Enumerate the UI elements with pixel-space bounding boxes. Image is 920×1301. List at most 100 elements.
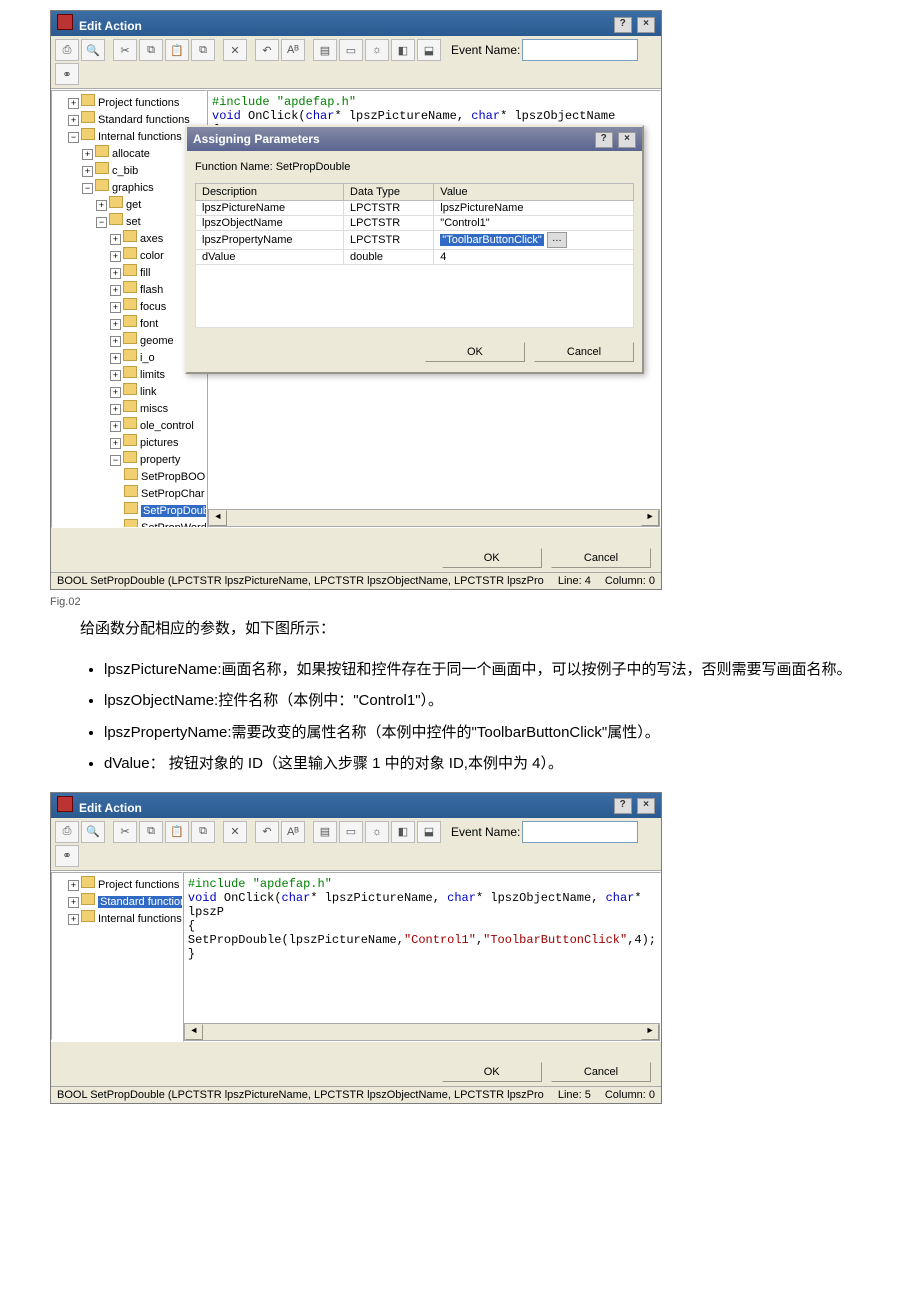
dialog-cancel-button[interactable]: Cancel — [534, 342, 634, 362]
tb-icon-4[interactable]: ◧ — [391, 821, 415, 843]
titlebar-1: Edit Action ? × — [51, 11, 661, 36]
document-text: 给函数分配相应的参数，如下图所示： lpszPictureName:画面名称，如… — [80, 616, 860, 777]
table-row[interactable]: lpszObjectName LPCTSTR "Control1" — [196, 216, 634, 231]
tree-node[interactable]: limits — [140, 369, 165, 381]
help-icon[interactable]: ? — [614, 17, 632, 33]
tree-node[interactable]: Internal functions — [98, 913, 182, 925]
col-datatype[interactable]: Data Type — [344, 184, 434, 201]
tree-node[interactable]: ole_control — [140, 420, 194, 432]
tree-node[interactable]: property — [140, 454, 180, 466]
tree-node[interactable]: graphics — [112, 182, 154, 194]
col-description[interactable]: Description — [196, 184, 344, 201]
delete-icon[interactable]: ✕ — [223, 821, 247, 843]
tree-leaf-selected[interactable]: SetPropDouble — [141, 505, 207, 517]
doc-bullet: dValue： 按钮对象的 ID（这里输入步骤 1 中的对象 ID,本例中为 4… — [104, 751, 860, 777]
tree-icon[interactable]: ⧉ — [191, 821, 215, 843]
tree-node-internal[interactable]: Internal functions — [98, 131, 182, 143]
ok-button[interactable]: OK — [442, 1062, 542, 1082]
table-row[interactable]: lpszPictureName LPCTSTR lpszPictureName — [196, 201, 634, 216]
tree-node-project[interactable]: Project functions — [98, 97, 179, 109]
tree-node-selected[interactable]: Standard functions — [98, 896, 183, 908]
scroll-right-icon[interactable]: ► — [641, 510, 659, 526]
doc-bullet: lpszObjectName:控件名称（本例中："Control1"）。 — [104, 688, 860, 714]
tree-node[interactable]: miscs — [140, 403, 168, 415]
print-icon[interactable]: ⎙ — [55, 39, 79, 61]
undo-icon[interactable]: ↶ — [255, 39, 279, 61]
browse-button[interactable]: … — [547, 232, 567, 248]
event-name-input[interactable] — [522, 821, 638, 843]
table-row[interactable]: dValue double 4 — [196, 250, 634, 265]
close-icon[interactable]: × — [618, 132, 636, 148]
tree-node-standard[interactable]: Standard functions — [98, 114, 190, 126]
tree-node[interactable]: get — [126, 199, 141, 211]
tb-icon-2[interactable]: ▭ — [339, 39, 363, 61]
font-icon[interactable]: Aᴮ — [281, 821, 305, 843]
cut-icon[interactable]: ✂ — [113, 39, 137, 61]
delete-icon[interactable]: ✕ — [223, 39, 247, 61]
tree-node[interactable]: focus — [140, 301, 166, 313]
tree-node[interactable]: set — [126, 216, 141, 228]
scroll-right-icon[interactable]: ► — [641, 1024, 659, 1040]
tree-leaf[interactable]: SetPropBOOL — [141, 471, 207, 483]
tree-node[interactable]: flash — [140, 284, 163, 296]
preview-icon[interactable]: 🔍 — [81, 39, 105, 61]
value-selected[interactable]: "ToolbarButtonClick" — [440, 234, 544, 246]
tree-node[interactable]: allocate — [112, 148, 150, 160]
parameters-table: Description Data Type Value lpszPictureN… — [195, 183, 634, 328]
tree-node[interactable]: color — [140, 250, 164, 262]
status-column: Column: 0 — [605, 1089, 655, 1101]
tb-icon-2[interactable]: ▭ — [339, 821, 363, 843]
function-tree[interactable]: +Project functions +Standard functions −… — [51, 90, 207, 528]
close-icon[interactable]: × — [637, 17, 655, 33]
copy-icon[interactable]: ⧉ — [139, 821, 163, 843]
doc-intro: 给函数分配相应的参数，如下图所示： — [80, 616, 860, 642]
tb-icon-5[interactable]: ⬓ — [417, 821, 441, 843]
paste-icon[interactable]: 📋 — [165, 821, 189, 843]
close-icon[interactable]: × — [637, 798, 655, 814]
tree-node[interactable]: font — [140, 318, 158, 330]
tb-icon-4[interactable]: ◧ — [391, 39, 415, 61]
help-icon[interactable]: ? — [595, 132, 613, 148]
tb-icon-5[interactable]: ⬓ — [417, 39, 441, 61]
print-icon[interactable]: ⎙ — [55, 821, 79, 843]
cancel-button[interactable]: Cancel — [551, 548, 651, 568]
tree-node[interactable]: geome — [140, 335, 174, 347]
cut-icon[interactable]: ✂ — [113, 821, 137, 843]
table-row[interactable]: lpszPropertyName LPCTSTR "ToolbarButtonC… — [196, 231, 634, 250]
ok-button[interactable]: OK — [442, 548, 542, 568]
tree-node[interactable]: i_o — [140, 352, 155, 364]
status-line: Line: 4 — [558, 575, 591, 587]
undo-icon[interactable]: ↶ — [255, 821, 279, 843]
status-text: BOOL SetPropDouble (LPCTSTR lpszPictureN… — [57, 1089, 544, 1101]
tree-node[interactable]: fill — [140, 267, 150, 279]
tree-node[interactable]: pictures — [140, 437, 179, 449]
tree-node[interactable]: Project functions — [98, 879, 179, 891]
tree-leaf[interactable]: SetPropWord — [141, 522, 207, 528]
paste-icon[interactable]: 📋 — [165, 39, 189, 61]
statusbar-2: BOOL SetPropDouble (LPCTSTR lpszPictureN… — [51, 1086, 661, 1103]
link-icon[interactable]: ⚭ — [55, 63, 79, 85]
tree-node[interactable]: axes — [140, 233, 163, 245]
code-line: #include "apdefap.h" — [188, 877, 332, 891]
tree-leaf[interactable]: SetPropChar — [141, 488, 205, 500]
tree-node[interactable]: c_bib — [112, 165, 138, 177]
event-name-input[interactable] — [522, 39, 638, 61]
link-icon[interactable]: ⚭ — [55, 845, 79, 867]
tree-node[interactable]: link — [140, 386, 157, 398]
tb-icon-1[interactable]: ▤ — [313, 821, 337, 843]
cancel-button[interactable]: Cancel — [551, 1062, 651, 1082]
copy-icon[interactable]: ⧉ — [139, 39, 163, 61]
scroll-left-icon[interactable]: ◄ — [209, 510, 227, 526]
code-editor-2[interactable]: #include "apdefap.h" void OnClick(char* … — [183, 872, 661, 1042]
scroll-left-icon[interactable]: ◄ — [185, 1024, 203, 1040]
tb-icon-3[interactable]: ☼ — [365, 39, 389, 61]
col-value[interactable]: Value — [434, 184, 634, 201]
tb-icon-3[interactable]: ☼ — [365, 821, 389, 843]
function-tree-2[interactable]: +Project functions +Standard functions +… — [51, 872, 183, 1040]
tree-icon[interactable]: ⧉ — [191, 39, 215, 61]
tb-icon-1[interactable]: ▤ — [313, 39, 337, 61]
dialog-ok-button[interactable]: OK — [425, 342, 525, 362]
help-icon[interactable]: ? — [614, 798, 632, 814]
font-icon[interactable]: Aᴮ — [281, 39, 305, 61]
preview-icon[interactable]: 🔍 — [81, 821, 105, 843]
